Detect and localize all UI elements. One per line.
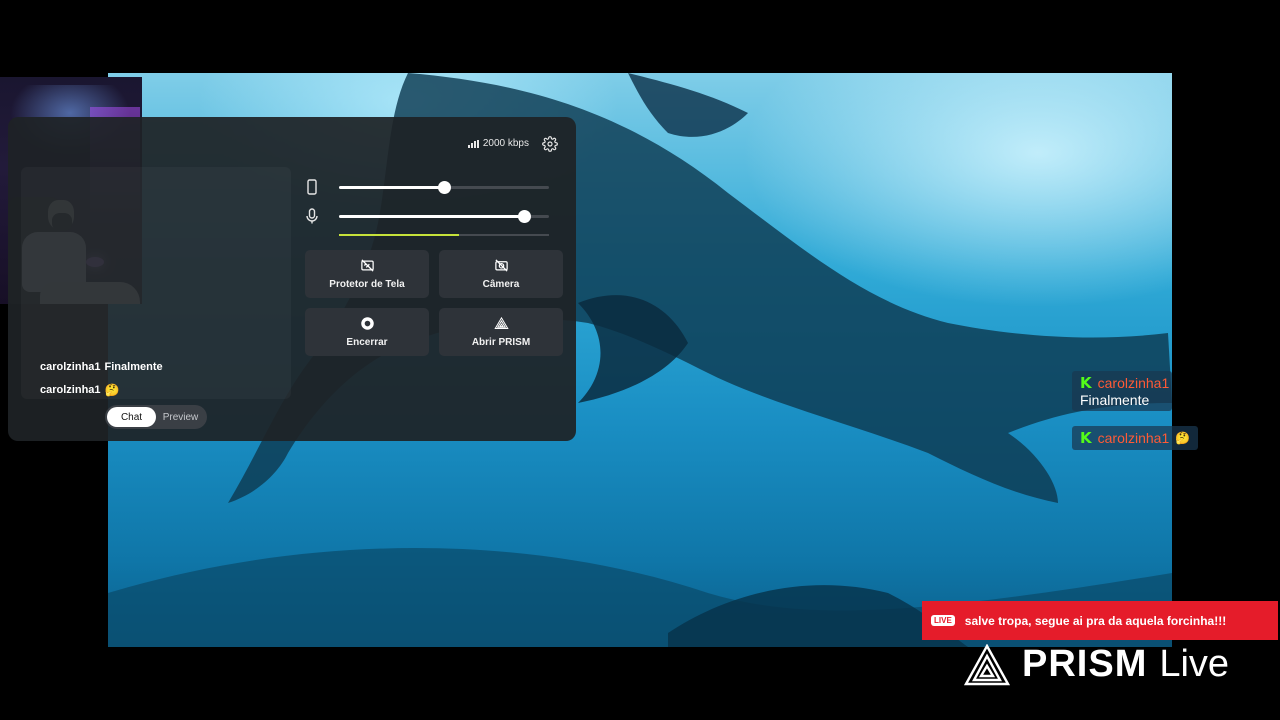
prism-live-watermark: PRISM Live (964, 643, 1229, 686)
stop-record-icon (360, 317, 374, 330)
stream-control-panel: 2000 kbps Protetor de Tela Câmera Encerr… (8, 117, 576, 441)
overlay-text: Finalmente (1080, 392, 1150, 408)
live-wordmark: Live (1159, 643, 1230, 685)
thinking-emoji: 🤔 (104, 382, 120, 397)
chat-username: carolzinha1 (40, 360, 101, 373)
chat-username: carolzinha1 (40, 383, 101, 396)
open-prism-label: Abrir PRISM (471, 337, 531, 348)
prism-logo-icon (964, 643, 1010, 685)
mic-level-fill (339, 234, 459, 236)
kick-logo-icon: K (1080, 429, 1092, 447)
live-badge: LIVE (931, 615, 955, 626)
chat-text: Finalmente (104, 360, 163, 373)
end-stream-button[interactable]: Encerrar (305, 308, 429, 356)
device-volume-fill (339, 186, 444, 189)
gear-icon[interactable] (542, 136, 558, 152)
prism-logo-icon (493, 316, 509, 329)
mic-level-meter (305, 206, 555, 236)
phone-icon (307, 179, 317, 195)
camera-label: Câmera (482, 279, 520, 290)
screen-protector-button[interactable]: Protetor de Tela (305, 250, 429, 298)
prism-wordmark: PRISM (1022, 643, 1148, 685)
live-banner: LIVE salve tropa, segue ai pra da aquela… (922, 601, 1278, 640)
chat-preview-toggle[interactable]: Chat Preview (105, 405, 207, 429)
overlay-username: carolzinha1 (1097, 430, 1170, 446)
overlay-username: carolzinha1 (1097, 375, 1170, 391)
camera-off-icon (494, 259, 508, 272)
chat-message: carolzinha1 🤔 (40, 378, 163, 401)
end-stream-label: Encerrar (346, 337, 388, 348)
open-prism-button[interactable]: Abrir PRISM (439, 308, 563, 356)
panel-chat-list: carolzinha1 Finalmente carolzinha1 🤔 (40, 355, 163, 401)
tab-chat[interactable]: Chat (107, 407, 156, 427)
device-volume-thumb[interactable] (438, 181, 451, 194)
thinking-emoji: 🤔 (1175, 431, 1191, 445)
tab-preview[interactable]: Preview (156, 407, 205, 427)
screen-protect-icon (360, 259, 374, 272)
bitrate-value: 2000 kbps (482, 138, 529, 149)
signal-icon (467, 139, 479, 148)
camera-button[interactable]: Câmera (439, 250, 563, 298)
kick-logo-icon: K (1080, 374, 1092, 392)
bitrate-indicator: 2000 kbps (467, 138, 529, 149)
overlay-chat-message: K carolzinha1 Finalmente (1072, 371, 1172, 411)
screen-protector-label: Protetor de Tela (329, 279, 405, 290)
overlay-chat-message: K carolzinha1 🤔 (1072, 426, 1199, 450)
device-volume-track[interactable] (339, 181, 549, 194)
banner-text: salve tropa, segue ai pra da aquela forc… (964, 613, 1227, 628)
chat-message: carolzinha1 Finalmente (40, 355, 163, 378)
device-volume-slider[interactable] (305, 177, 555, 197)
